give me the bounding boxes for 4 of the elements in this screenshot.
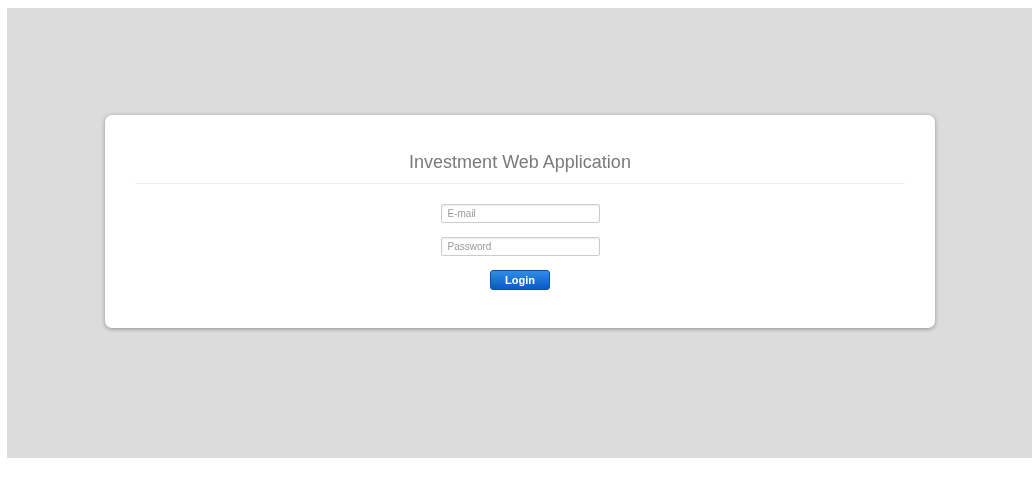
password-field[interactable]: Password [440, 237, 600, 256]
login-button[interactable]: Login [490, 270, 550, 290]
app-title: Investment Web Application [409, 151, 631, 174]
email-field[interactable]: E-mail [440, 204, 600, 223]
